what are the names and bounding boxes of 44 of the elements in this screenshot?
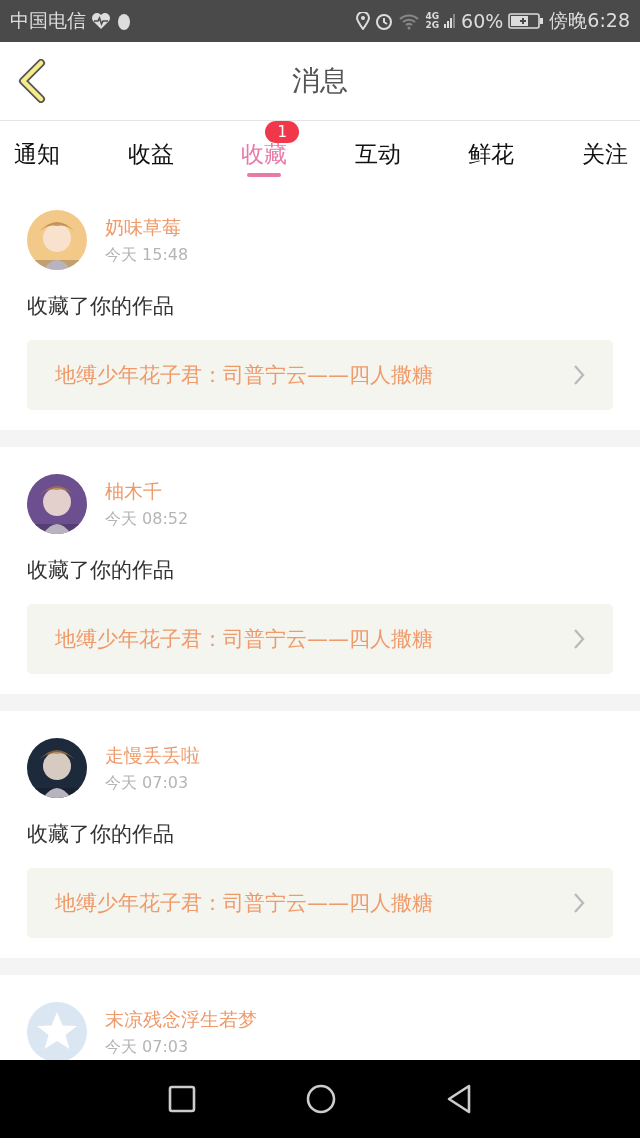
tab[interactable]: 关注 [569,121,640,179]
wifi-icon [398,12,421,30]
circle-icon [306,1084,336,1114]
location-icon [356,12,371,30]
chevron-left-icon [17,59,47,103]
message-text: 收藏了你的作品 [27,821,175,848]
alarm-icon [375,12,394,30]
tab[interactable]: 互动 [342,121,413,179]
back-nav-button[interactable] [446,1084,472,1114]
tab[interactable]: 收藏 1 [229,121,300,179]
message-text: 收藏了你的作品 [27,293,175,320]
heart-icon [91,12,111,30]
user-name[interactable]: 走慢丢丢啦 [105,742,200,769]
tab[interactable]: 通知 [2,121,72,179]
message-time: 今天 15:48 [105,244,189,266]
user-name[interactable]: 奶味草莓 [105,214,189,241]
work-link[interactable]: 地缚少年花子君：司普宁云——四人撒糖 [27,340,613,410]
page-title: 消息 [291,63,349,99]
carrier-name: 中国电信 [10,8,86,33]
chevron-right-icon [573,892,585,914]
message-time: 今天 08:52 [105,508,189,530]
tab[interactable]: 鲜花 [456,121,527,179]
square-icon [168,1085,196,1113]
home-button[interactable] [306,1084,336,1114]
count-badge: 1 [265,121,300,143]
triangle-icon [446,1084,472,1114]
chevron-right-icon [573,628,585,650]
clock-time: 傍晚6:28 [549,8,630,33]
tab[interactable]: 收益 [115,121,186,179]
network-type: 4G [425,12,440,21]
message-text: 收藏了你的作品 [27,557,175,584]
battery-percent: 60% [461,10,504,32]
message-time: 今天 07:03 [105,1036,190,1058]
message-time: 今天 07:03 [105,772,190,794]
signal-icon [444,12,457,30]
user-name[interactable]: 柚木千 [105,478,189,505]
chevron-right-icon [573,364,585,386]
work-link[interactable]: 地缚少年花子君：司普宁云——四人撒糖 [27,868,613,938]
user-name[interactable]: 末凉残念浮生若梦 [105,1006,257,1033]
battery-icon [508,12,545,30]
work-link[interactable]: 地缚少年花子君：司普宁云——四人撒糖 [27,604,613,674]
recents-button[interactable] [168,1085,196,1113]
network-type: 2G [425,21,440,30]
back-button[interactable] [17,59,47,103]
